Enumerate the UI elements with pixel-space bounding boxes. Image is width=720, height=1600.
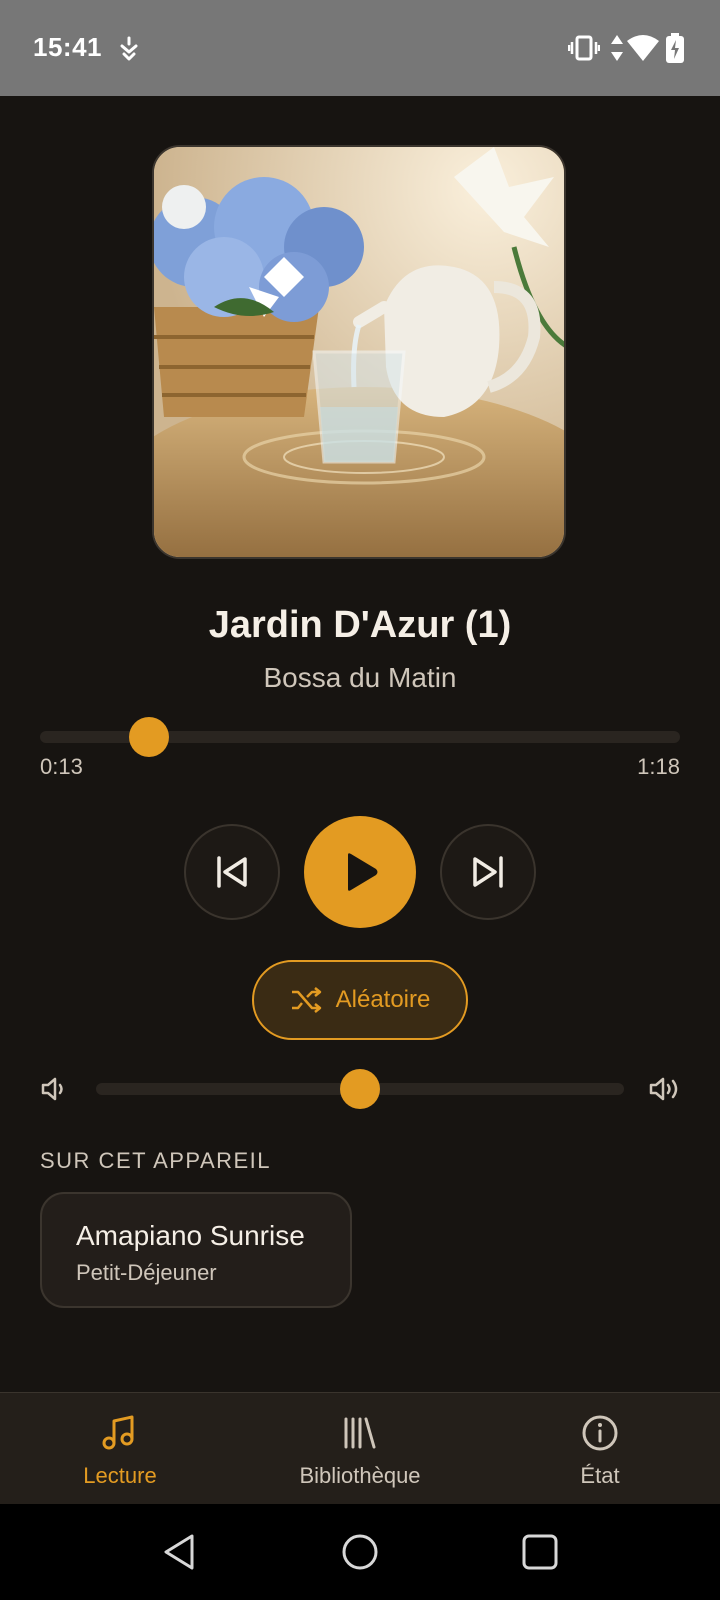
volume-slider-thumb[interactable] (340, 1069, 380, 1109)
nav-item-lecture[interactable]: Lecture (0, 1393, 240, 1505)
volume-low-icon[interactable] (40, 1074, 68, 1104)
system-navigation-bar (0, 1504, 720, 1600)
music-note-icon (102, 1415, 134, 1450)
library-icon (344, 1417, 376, 1449)
status-time: 15:41 (33, 32, 102, 62)
device-card[interactable]: Amapiano Sunrise Petit-Déjeuner (40, 1192, 352, 1308)
battery-charging-icon (666, 33, 684, 63)
next-button[interactable] (440, 824, 536, 920)
devices-heading: SUR CET APPAREIL (40, 1148, 272, 1173)
total-duration: 1:18 (637, 754, 680, 779)
track-title: Jardin D'Azur (1) (208, 604, 512, 646)
shuffle-label: Aléatoire (335, 986, 431, 1013)
previous-button[interactable] (184, 824, 280, 920)
nav-item-bibliotheque[interactable]: Bibliothèque (240, 1393, 480, 1505)
nav-label-lecture: Lecture (83, 1463, 157, 1488)
recents-icon[interactable] (520, 1532, 560, 1572)
device-card-title: Amapiano Sunrise (76, 1220, 305, 1251)
nav-item-etat[interactable]: État (480, 1393, 720, 1505)
bottom-navigation: Lecture Bibliothèque État (0, 1392, 720, 1505)
nav-label-bibliotheque: Bibliothèque (299, 1463, 421, 1488)
volume-high-icon[interactable] (648, 1074, 682, 1104)
play-button[interactable] (304, 816, 416, 928)
play-icon (348, 853, 378, 891)
progress-slider-thumb[interactable] (128, 717, 169, 757)
skip-next-icon (473, 856, 503, 888)
skip-previous-icon (217, 856, 247, 888)
device-card-subtitle: Petit-Déjeuner (76, 1260, 217, 1285)
back-icon[interactable] (160, 1532, 200, 1572)
shuffle-button[interactable]: Aléatoire (252, 960, 468, 1040)
wifi-icon (627, 35, 659, 61)
nav-label-etat: État (580, 1463, 620, 1488)
notification-icon (120, 36, 138, 61)
home-icon[interactable] (340, 1532, 380, 1572)
album-cover-image (152, 145, 566, 559)
track-artist: Bossa du Matin (263, 662, 457, 693)
info-icon (582, 1415, 618, 1451)
status-bar: 15:41 (0, 0, 720, 96)
shuffle-icon (291, 987, 321, 1013)
data-arrows-icon (611, 35, 623, 61)
elapsed-time: 0:13 (40, 754, 83, 779)
vibrate-icon (568, 35, 600, 61)
